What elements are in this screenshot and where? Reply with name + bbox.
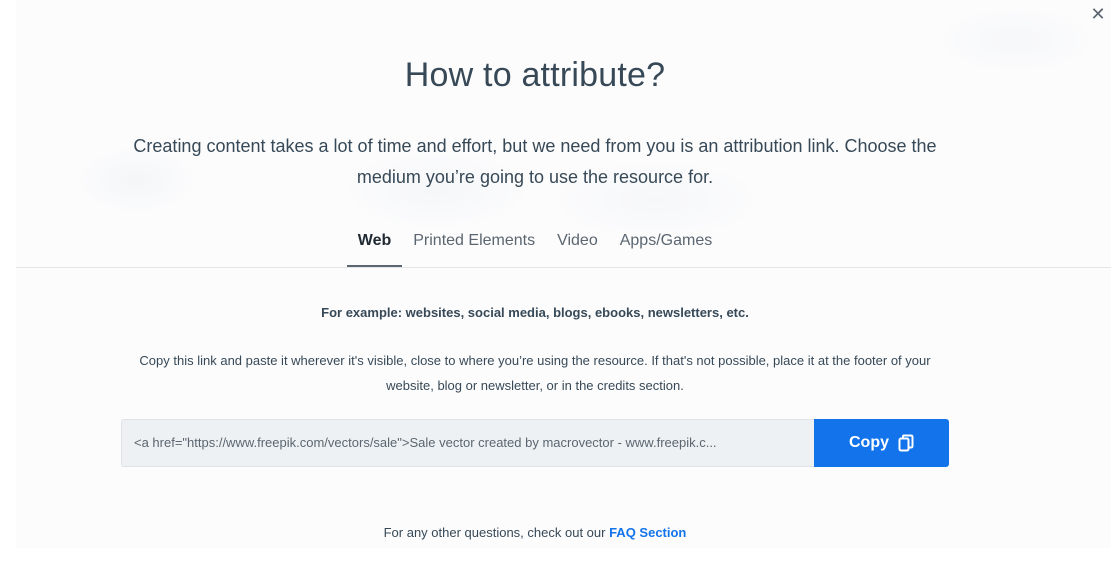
attribution-link-field[interactable]: <a href="https://www.freepik.com/vectors… [121, 419, 814, 467]
attribution-modal: ✕ How to attribute? Creating content tak… [0, 0, 1115, 563]
close-icon[interactable]: ✕ [1089, 6, 1107, 24]
tab-printed-elements[interactable]: Printed Elements [402, 228, 546, 264]
faq-footer: For any other questions, check out our F… [0, 525, 1070, 540]
attribution-instructions: Copy this link and paste it wherever it'… [139, 353, 931, 393]
faq-footer-text: For any other questions, check out our [383, 525, 610, 540]
modal-subtitle: Creating content takes a lot of time and… [133, 136, 937, 187]
modal-title: How to attribute? [404, 56, 666, 94]
tab-apps-games[interactable]: Apps/Games [609, 228, 723, 264]
tab-web[interactable]: Web [346, 228, 403, 267]
medium-tabs: Web Printed Elements Video Apps/Games [0, 228, 1070, 267]
usage-example: For example: websites, social media, blo… [321, 305, 749, 320]
faq-section-link[interactable]: FAQ Section [609, 525, 686, 540]
copy-button[interactable]: Copy [814, 419, 949, 467]
tabs-divider [16, 267, 1111, 268]
copy-icon [898, 434, 914, 452]
attribution-copy-row: <a href="https://www.freepik.com/vectors… [121, 419, 949, 467]
copy-button-label: Copy [849, 434, 889, 451]
tab-video[interactable]: Video [546, 228, 609, 264]
